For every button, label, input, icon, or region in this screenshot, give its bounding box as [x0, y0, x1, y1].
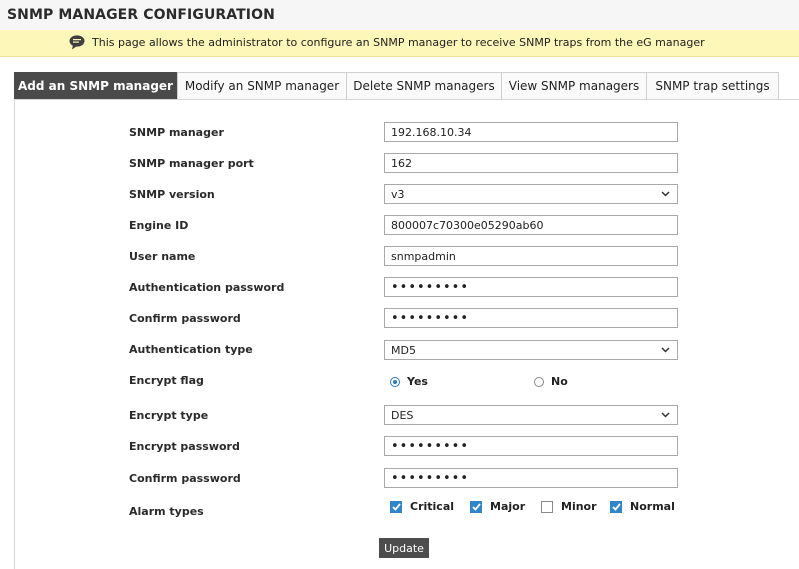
encrypt-flag-no-label: No — [551, 375, 568, 388]
encrypt-password-label: Encrypt password — [129, 440, 240, 453]
encrypt-flag-yes-label: Yes — [407, 375, 428, 388]
snmp-manager-input[interactable]: 192.168.10.34 — [384, 122, 678, 142]
tab-modify-snmp-manager[interactable]: Modify an SNMP manager — [177, 72, 347, 99]
chevron-down-icon — [661, 191, 670, 197]
alarm-normal-label: Normal — [630, 500, 675, 513]
snmp-manager-port-label: SNMP manager port — [129, 157, 254, 170]
user-name-input[interactable]: snmpadmin — [384, 246, 678, 266]
info-message: This page allows the administrator to co… — [92, 36, 705, 49]
page-header: SNMP MANAGER CONFIGURATION — [0, 0, 799, 31]
chevron-down-icon — [661, 412, 670, 418]
speech-bubble-icon — [69, 35, 85, 50]
check-icon — [390, 500, 402, 513]
auth-type-value: MD5 — [391, 343, 416, 357]
auth-password-label: Authentication password — [129, 281, 285, 294]
check-icon — [610, 500, 622, 513]
snmp-manager-port-input[interactable]: 162 — [384, 153, 678, 173]
confirm-encrypt-password-input[interactable]: ••••••••• — [384, 468, 678, 488]
radio-unselected-icon — [534, 376, 544, 387]
alarm-critical-checkbox[interactable]: Critical — [390, 500, 454, 513]
confirm-auth-password-input[interactable]: ••••••••• — [384, 308, 678, 328]
alarm-normal-checkbox[interactable]: Normal — [610, 500, 675, 513]
encrypt-flag-no-radio[interactable]: No — [534, 375, 568, 388]
auth-password-input[interactable]: ••••••••• — [384, 277, 678, 297]
page-title: SNMP MANAGER CONFIGURATION — [7, 7, 275, 23]
alarm-major-label: Major — [490, 500, 526, 513]
tab-add-snmp-manager[interactable]: Add an SNMP manager — [14, 72, 177, 99]
auth-password-value: ••••••••• — [391, 279, 470, 295]
encrypt-password-input[interactable]: ••••••••• — [384, 436, 678, 456]
info-banner: This page allows the administrator to co… — [0, 30, 799, 57]
user-name-label: User name — [129, 250, 196, 263]
snmp-version-label: SNMP version — [129, 188, 215, 201]
snmp-manager-port-value: 162 — [391, 156, 412, 170]
confirm-encrypt-password-value: ••••••••• — [391, 470, 470, 486]
encrypt-password-value: ••••••••• — [391, 438, 470, 454]
confirm-encrypt-password-label: Confirm password — [129, 472, 241, 485]
snmp-manager-value: 192.168.10.34 — [391, 125, 472, 139]
confirm-auth-password-value: ••••••••• — [391, 310, 470, 326]
snmp-version-value: v3 — [391, 187, 405, 201]
encrypt-flag-yes-radio[interactable]: Yes — [390, 375, 428, 388]
tab-label: Add an SNMP manager — [18, 79, 173, 93]
tab-label: Modify an SNMP manager — [184, 79, 340, 93]
engine-id-input[interactable]: 800007c70300e05290ab60 — [384, 215, 678, 235]
tab-label: View SNMP managers — [508, 79, 640, 93]
encrypt-flag-label: Encrypt flag — [129, 374, 204, 387]
tab-label: SNMP trap settings — [655, 79, 770, 93]
confirm-auth-password-label: Confirm password — [129, 312, 241, 325]
tab-label: Delete SNMP managers — [353, 79, 495, 93]
engine-id-value: 800007c70300e05290ab60 — [391, 218, 544, 232]
encrypt-type-label: Encrypt type — [129, 409, 209, 422]
auth-type-label: Authentication type — [129, 343, 253, 356]
tab-view-snmp-managers[interactable]: View SNMP managers — [501, 72, 647, 99]
user-name-value: snmpadmin — [391, 249, 456, 263]
snmp-version-select[interactable]: v3 — [384, 184, 678, 204]
update-button[interactable]: Update — [379, 538, 429, 558]
encrypt-type-value: DES — [391, 408, 414, 422]
check-icon — [470, 500, 482, 513]
alarm-minor-label: Minor — [561, 500, 597, 513]
snmp-manager-label: SNMP manager — [129, 126, 224, 139]
alarm-major-checkbox[interactable]: Major — [470, 500, 525, 513]
auth-type-select[interactable]: MD5 — [384, 340, 678, 360]
alarm-critical-label: Critical — [410, 500, 455, 513]
radio-selected-icon — [390, 376, 400, 387]
chevron-down-icon — [661, 347, 670, 353]
alarm-minor-checkbox[interactable]: Minor — [541, 500, 597, 513]
engine-id-label: Engine ID — [129, 219, 189, 232]
encrypt-type-select[interactable]: DES — [384, 405, 678, 425]
tab-snmp-trap-settings[interactable]: SNMP trap settings — [646, 72, 779, 99]
alarm-types-label: Alarm types — [129, 505, 204, 518]
unchecked-box-icon — [541, 500, 553, 513]
tab-delete-snmp-managers[interactable]: Delete SNMP managers — [346, 72, 502, 99]
